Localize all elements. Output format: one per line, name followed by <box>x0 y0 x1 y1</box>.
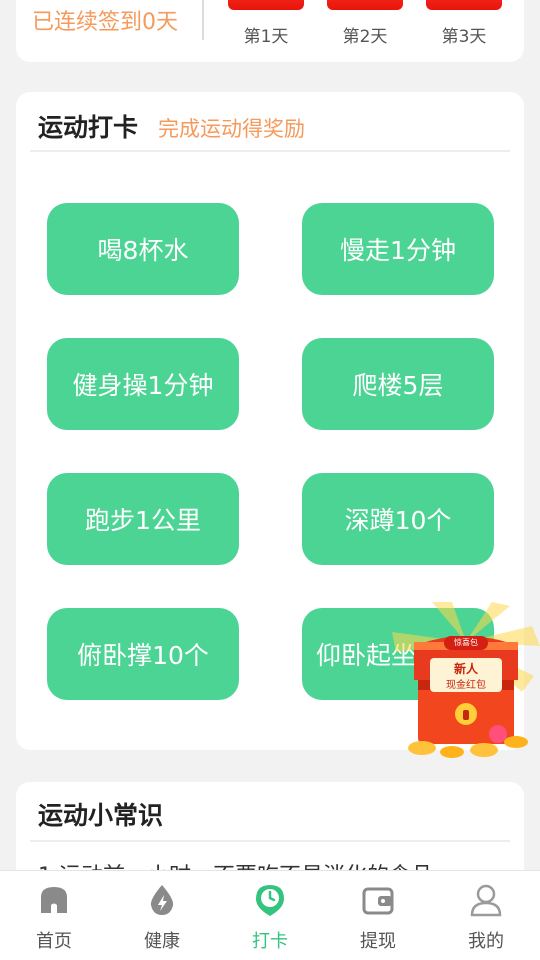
tab-checkin-label: 打卡 <box>252 931 288 952</box>
exercise-button-walk[interactable]: 慢走1分钟 <box>302 203 494 295</box>
signin-card: 已连续签到0天 第1天 第2天 第3天 <box>16 0 524 62</box>
exercise-button-pushup[interactable]: 俯卧撑10个 <box>47 608 239 700</box>
tab-checkin[interactable]: 打卡 <box>216 871 324 960</box>
exercise-divider <box>30 150 510 152</box>
wallet-icon <box>362 887 394 915</box>
signin-day-1-box <box>228 0 304 10</box>
signin-streak-text: 已连续签到0天 <box>32 10 178 35</box>
treasure-line1: 新人 <box>453 662 478 676</box>
exercise-button-aerobics[interactable]: 健身操1分钟 <box>47 338 239 430</box>
health-drop-icon <box>150 885 174 915</box>
profile-icon <box>470 884 502 917</box>
home-icon <box>41 887 67 913</box>
exercise-button-stairs[interactable]: 爬楼5层 <box>302 338 494 430</box>
signin-day-2-label: 第2天 <box>342 27 388 47</box>
signin-day-3[interactable]: 第3天 <box>426 0 502 48</box>
signin-divider <box>202 0 204 40</box>
signin-day-3-box <box>426 0 502 10</box>
tab-mine-label: 我的 <box>468 931 504 952</box>
red-packet-treasure[interactable]: 惊喜包 新人 现金红包 <box>392 602 540 762</box>
treasure-tag: 惊喜包 <box>454 638 478 647</box>
bottom-tab-bar: 首页 健康 打卡 提现 我的 <box>0 870 540 960</box>
tab-withdraw[interactable]: 提现 <box>324 871 432 960</box>
exercise-button-run[interactable]: 跑步1公里 <box>47 473 239 565</box>
exercise-button-squat[interactable]: 深蹲10个 <box>302 473 494 565</box>
exercise-button-water[interactable]: 喝8杯水 <box>47 203 239 295</box>
signin-day-3-label: 第3天 <box>441 27 487 47</box>
checkin-clock-icon <box>256 885 284 916</box>
tab-withdraw-label: 提现 <box>360 931 396 952</box>
treasure-line2: 现金红包 <box>446 680 486 691</box>
tips-divider <box>30 840 510 842</box>
exercise-subtitle: 完成运动得奖励 <box>158 117 305 141</box>
tab-mine[interactable]: 我的 <box>432 871 540 960</box>
tab-home-label: 首页 <box>36 931 72 952</box>
signin-day-1-label: 第1天 <box>243 27 289 47</box>
tab-home[interactable]: 首页 <box>0 871 108 960</box>
exercise-title: 运动打卡 <box>38 113 139 142</box>
signin-day-2[interactable]: 第2天 <box>327 0 403 48</box>
signin-day-2-box <box>327 0 403 10</box>
tab-health-label: 健康 <box>144 931 180 952</box>
tab-health[interactable]: 健康 <box>108 871 216 960</box>
tips-title: 运动小常识 <box>38 801 164 830</box>
signin-day-1[interactable]: 第1天 <box>228 0 304 48</box>
